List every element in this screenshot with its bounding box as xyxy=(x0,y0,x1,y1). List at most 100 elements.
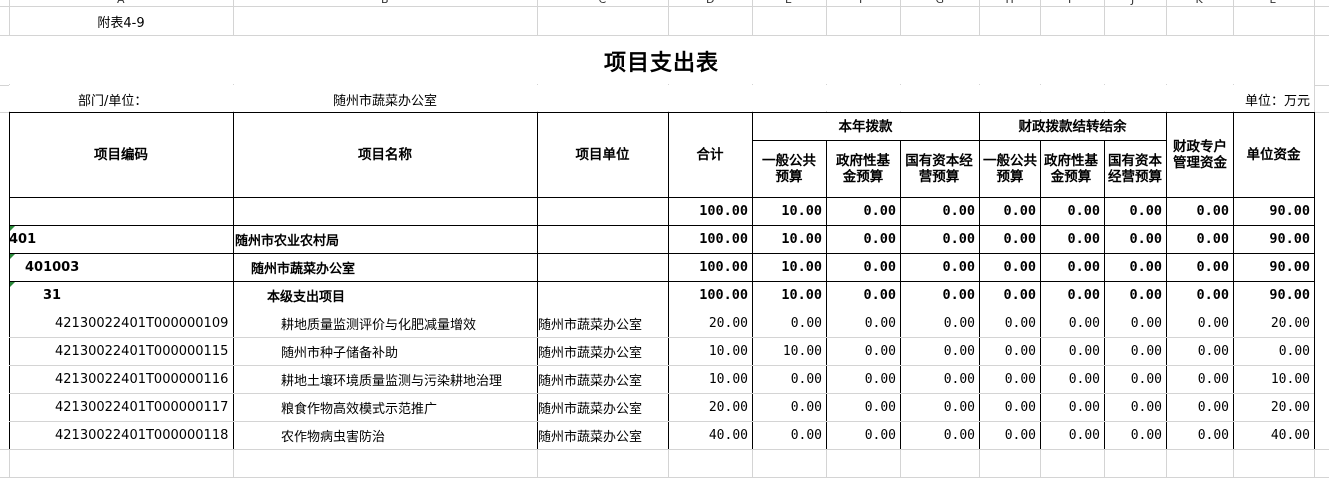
cell-project-unit[interactable] xyxy=(537,197,668,225)
cell-value[interactable]: 100.00 xyxy=(668,197,752,225)
cell-value[interactable]: 0.00 xyxy=(979,225,1040,253)
cell-value[interactable]: 10.00 xyxy=(752,225,826,253)
cell-value[interactable]: 0.00 xyxy=(1040,421,1104,449)
cell-value[interactable]: 100.00 xyxy=(668,253,752,281)
cell-value[interactable]: 20.00 xyxy=(668,393,752,421)
cell-value[interactable]: 10.00 xyxy=(752,337,826,365)
cell-value[interactable]: 10.00 xyxy=(1233,365,1314,393)
cell-project-name[interactable]: 本级支出项目 xyxy=(233,281,537,309)
cell-value[interactable]: 0.00 xyxy=(826,365,900,393)
cell-value[interactable]: 0.00 xyxy=(826,281,900,309)
cell-project-unit[interactable] xyxy=(537,281,668,309)
cell-value[interactable]: 0.00 xyxy=(900,253,979,281)
cell-project-name[interactable]: 农作物病虫害防治 xyxy=(233,421,537,449)
cell-value[interactable]: 0.00 xyxy=(826,393,900,421)
cell-project-code[interactable]: 42130022401T000000118 xyxy=(9,421,233,449)
cell-value[interactable]: 0.00 xyxy=(1040,309,1104,337)
cell-value[interactable]: 0.00 xyxy=(1166,365,1233,393)
cell-value[interactable]: 0.00 xyxy=(1166,225,1233,253)
cell-value[interactable]: 0.00 xyxy=(1040,225,1104,253)
cell-project-unit[interactable] xyxy=(537,253,668,281)
cell-value[interactable]: 0.00 xyxy=(752,421,826,449)
cell-value[interactable]: 0.00 xyxy=(1104,393,1166,421)
cell-value[interactable]: 20.00 xyxy=(1233,309,1314,337)
cell-value[interactable]: 0.00 xyxy=(1104,253,1166,281)
cell-value[interactable]: 0.00 xyxy=(1166,421,1233,449)
cell-project-unit[interactable]: 随州市蔬菜办公室 xyxy=(537,421,668,449)
cell-value[interactable]: 10.00 xyxy=(752,253,826,281)
cell-value[interactable]: 20.00 xyxy=(1233,393,1314,421)
cell-value[interactable]: 0.00 xyxy=(1166,281,1233,309)
cell-value[interactable]: 100.00 xyxy=(668,281,752,309)
cell-value[interactable]: 0.00 xyxy=(900,281,979,309)
cell-value[interactable]: 0.00 xyxy=(979,421,1040,449)
cell-project-name[interactable]: 随州市蔬菜办公室 xyxy=(233,253,537,281)
cell-value[interactable]: 90.00 xyxy=(1233,281,1314,309)
cell-value[interactable]: 0.00 xyxy=(979,253,1040,281)
cell-project-name[interactable]: 随州市种子储备补助 xyxy=(233,337,537,365)
cell-value[interactable]: 0.00 xyxy=(1040,337,1104,365)
cell-value[interactable]: 0.00 xyxy=(1040,253,1104,281)
cell-value[interactable]: 0.00 xyxy=(1104,309,1166,337)
cell-value[interactable]: 0.00 xyxy=(900,337,979,365)
cell-project-code[interactable]: 42130022401T000000116 xyxy=(9,365,233,393)
cell-value[interactable]: 0.00 xyxy=(900,421,979,449)
cell-value[interactable]: 0.00 xyxy=(1233,337,1314,365)
cell-value[interactable]: 0.00 xyxy=(900,393,979,421)
cell-project-code[interactable]: 401 xyxy=(9,225,233,253)
cell-value[interactable]: 0.00 xyxy=(979,197,1040,225)
cell-value[interactable]: 10.00 xyxy=(668,337,752,365)
cell-value[interactable]: 0.00 xyxy=(1166,337,1233,365)
cell-value[interactable]: 0.00 xyxy=(826,421,900,449)
cell-value[interactable]: 0.00 xyxy=(752,365,826,393)
cell-value[interactable]: 0.00 xyxy=(900,309,979,337)
cell-value[interactable]: 0.00 xyxy=(826,225,900,253)
cell-value[interactable]: 0.00 xyxy=(979,337,1040,365)
cell-value[interactable]: 0.00 xyxy=(1040,393,1104,421)
cell-project-name[interactable] xyxy=(233,197,537,225)
cell-value[interactable]: 0.00 xyxy=(1104,337,1166,365)
cell-project-unit[interactable] xyxy=(537,225,668,253)
cell-project-unit[interactable]: 随州市蔬菜办公室 xyxy=(537,309,668,337)
cell-value[interactable]: 40.00 xyxy=(668,421,752,449)
cell-value[interactable]: 90.00 xyxy=(1233,197,1314,225)
cell-value[interactable]: 0.00 xyxy=(979,365,1040,393)
cell-value[interactable]: 10.00 xyxy=(752,281,826,309)
cell-value[interactable]: 10.00 xyxy=(668,365,752,393)
cell-project-code[interactable]: 42130022401T000000117 xyxy=(9,393,233,421)
cell-value[interactable]: 10.00 xyxy=(752,197,826,225)
cell-project-unit[interactable]: 随州市蔬菜办公室 xyxy=(537,337,668,365)
cell-value[interactable]: 40.00 xyxy=(1233,421,1314,449)
cell-value[interactable]: 0.00 xyxy=(1166,253,1233,281)
cell-value[interactable]: 0.00 xyxy=(900,365,979,393)
cell-value[interactable]: 0.00 xyxy=(826,309,900,337)
cell-project-code[interactable]: 401003 xyxy=(9,253,233,281)
cell-value[interactable]: 0.00 xyxy=(1104,281,1166,309)
cell-value[interactable]: 0.00 xyxy=(979,309,1040,337)
cell-value[interactable]: 0.00 xyxy=(1104,225,1166,253)
cell-value[interactable]: 90.00 xyxy=(1233,253,1314,281)
cell-project-name[interactable]: 随州市农业农村局 xyxy=(233,225,537,253)
cell-value[interactable]: 0.00 xyxy=(752,393,826,421)
cell-value[interactable]: 0.00 xyxy=(1166,197,1233,225)
cell-value[interactable]: 0.00 xyxy=(1166,393,1233,421)
cell-value[interactable]: 0.00 xyxy=(979,281,1040,309)
cell-value[interactable]: 20.00 xyxy=(668,309,752,337)
cell-project-name[interactable]: 耕地土壤环境质量监测与污染耕地治理 xyxy=(233,365,537,393)
cell-value[interactable]: 0.00 xyxy=(979,393,1040,421)
cell-value[interactable]: 0.00 xyxy=(826,253,900,281)
cell-value[interactable]: 0.00 xyxy=(826,337,900,365)
cell-value[interactable]: 0.00 xyxy=(900,197,979,225)
cell-value[interactable]: 0.00 xyxy=(1104,421,1166,449)
cell-value[interactable]: 0.00 xyxy=(1040,365,1104,393)
cell-value[interactable]: 0.00 xyxy=(752,309,826,337)
cell-value[interactable]: 0.00 xyxy=(1040,197,1104,225)
cell-project-unit[interactable]: 随州市蔬菜办公室 xyxy=(537,393,668,421)
cell-value[interactable]: 0.00 xyxy=(1040,281,1104,309)
cell-project-code[interactable]: 31 xyxy=(9,281,233,309)
cell-value[interactable]: 0.00 xyxy=(1104,365,1166,393)
cell-value[interactable]: 90.00 xyxy=(1233,225,1314,253)
cell-project-unit[interactable]: 随州市蔬菜办公室 xyxy=(537,365,668,393)
cell-value[interactable]: 0.00 xyxy=(1104,197,1166,225)
cell-project-code[interactable] xyxy=(9,197,233,225)
